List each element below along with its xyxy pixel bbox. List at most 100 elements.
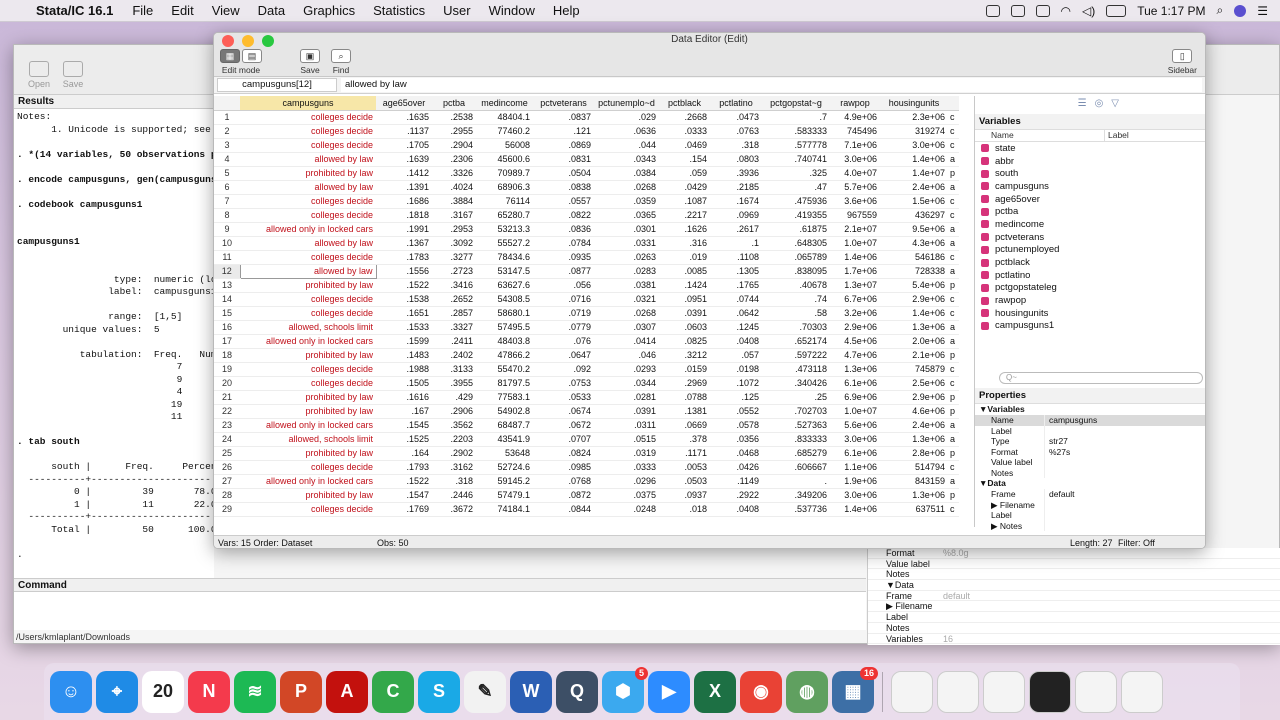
table-cell[interactable]: allowed only in locked cars [240,418,376,433]
table-cell[interactable]: .1635 [376,110,432,125]
variable-checkbox[interactable] [981,271,989,280]
table-cell[interactable]: .0468 [710,446,762,461]
find-button[interactable]: ⌕ Find [331,49,351,75]
table-cell[interactable]: 1.3e+06 [830,362,880,377]
property-row[interactable]: Format %27s [975,446,1205,458]
table-cell[interactable]: .2402 [432,348,476,363]
table-cell[interactable]: .1547 [376,488,432,503]
table-cell[interactable]: 2.4e+06 [880,418,948,433]
table-cell[interactable]: .2904 [432,138,476,153]
table-row[interactable]: 29 colleges decide .1769.3672 74184.1.0844.… [214,502,959,517]
table-cell[interactable]: .3162 [432,460,476,475]
menu-statistics[interactable]: Statistics [364,3,434,18]
row-number[interactable]: 28 [214,488,240,503]
table-cell[interactable]: .648305 [762,236,830,251]
table-cell[interactable]: .702703 [762,404,830,419]
table-cell[interactable]: .3416 [432,278,476,293]
row-number[interactable]: 10 [214,236,240,251]
row-number[interactable]: 1 [214,110,240,125]
table-cell-overflow[interactable]: p [948,446,959,461]
table-cell[interactable]: .1651 [376,306,432,321]
table-cell[interactable]: 4.3e+06 [880,236,948,251]
variable-checkbox[interactable] [981,296,989,305]
table-cell[interactable]: .1149 [710,474,762,489]
table-cell[interactable]: .0515 [594,432,659,447]
command-input[interactable] [14,592,866,630]
table-cell[interactable]: .0552 [710,404,762,419]
table-cell[interactable]: .1705 [376,138,432,153]
table-cell[interactable]: 6.7e+06 [830,292,880,307]
table-row[interactable]: 17 allowed only in locked cars .1599.2411 4… [214,334,959,349]
table-cell[interactable]: .1505 [376,376,432,391]
table-cell[interactable]: .3936 [710,166,762,181]
table-cell[interactable]: 59145.2 [476,474,533,489]
table-row[interactable]: 27 allowed only in locked cars .1522.318 59… [214,474,959,489]
table-cell[interactable]: .154 [659,152,710,167]
table-cell[interactable]: 57479.1 [476,488,533,503]
table-cell[interactable]: 728338 [880,264,948,279]
table-cell-overflow[interactable]: a [948,432,959,447]
table-cell[interactable]: colleges decide [240,376,376,391]
menu-user[interactable]: User [434,3,479,18]
table-cell[interactable]: .740741 [762,152,830,167]
table-cell[interactable]: .1686 [376,194,432,209]
table-cell[interactable]: .0825 [659,334,710,349]
variable-item[interactable]: state [975,142,1205,155]
snapshot-icon[interactable]: ◎ [1095,98,1104,114]
save-button[interactable]: Save [56,61,90,89]
table-cell[interactable]: colleges decide [240,124,376,139]
table-cell[interactable]: .1483 [376,348,432,363]
table-row[interactable]: 28 prohibited by law .1547.2446 57479.1.087… [214,488,959,503]
table-cell[interactable]: .167 [376,404,432,419]
table-cell[interactable]: .0384 [594,166,659,181]
menu-data[interactable]: Data [249,3,294,18]
dock-doc-1-icon[interactable] [937,670,979,713]
table-cell[interactable]: colleges decide [240,502,376,517]
property-row[interactable]: Value label [975,457,1205,468]
dock-app-store-icon[interactable]: ⬢ 5 [602,666,648,713]
dock-skype-icon[interactable]: S [418,670,460,713]
table-cell[interactable]: .0365 [594,208,659,223]
table-cell-overflow[interactable]: a [948,264,959,279]
table-row[interactable]: 12 allowed by law .1556.2723 53147.5.0877.0… [214,263,959,279]
table-cell[interactable]: .1522 [376,474,432,489]
table-cell[interactable]: 5.7e+06 [830,180,880,195]
table-cell[interactable]: .0426 [710,460,762,475]
table-cell[interactable]: .046 [594,348,659,363]
table-cell[interactable]: 2.9e+06 [880,292,948,307]
table-cell[interactable]: 68906.3 [476,180,533,195]
table-cell[interactable]: .2217 [659,208,710,223]
table-cell[interactable]: 77583.1 [476,390,533,405]
table-cell[interactable]: 967559 [830,208,880,223]
variable-item[interactable]: housingunits [975,307,1205,320]
table-cell[interactable]: 53648 [476,446,533,461]
table-cell[interactable]: .0343 [594,152,659,167]
table-cell[interactable]: allowed, schools limit [240,320,376,335]
table-cell[interactable]: .057 [710,348,762,363]
table-cell[interactable]: .419355 [762,208,830,223]
table-cell[interactable]: .0603 [659,320,710,335]
table-cell[interactable]: 6.1e+06 [830,376,880,391]
table-cell[interactable]: colleges decide [240,208,376,223]
table-cell[interactable]: colleges decide [240,110,376,125]
table-cell[interactable]: .0085 [659,264,710,279]
table-cell[interactable]: .2723 [432,264,476,279]
table-cell[interactable]: .318 [710,138,762,153]
table-cell[interactable]: .121 [533,124,594,139]
table-cell[interactable]: .325 [762,166,830,181]
table-cell[interactable]: .583333 [762,124,830,139]
table-cell[interactable]: 56008 [476,138,533,153]
dock-textedit-icon[interactable]: ✎ [464,670,506,713]
table-cell[interactable]: .0779 [533,320,594,335]
table-cell[interactable]: 48403.8 [476,334,533,349]
table-cell[interactable]: 2.5e+06 [880,376,948,391]
table-cell[interactable]: 9.5e+06 [880,222,948,237]
table-cell[interactable]: .3092 [432,236,476,251]
table-cell[interactable]: prohibited by law [240,166,376,181]
table-cell-overflow[interactable]: p [948,404,959,419]
siri-icon[interactable] [1234,4,1247,17]
variables-list-icon[interactable]: ☰ [1078,98,1087,114]
table-cell[interactable]: .164 [376,446,432,461]
table-cell[interactable]: 4.9e+06 [830,110,880,125]
table-cell[interactable]: 5.4e+06 [880,278,948,293]
